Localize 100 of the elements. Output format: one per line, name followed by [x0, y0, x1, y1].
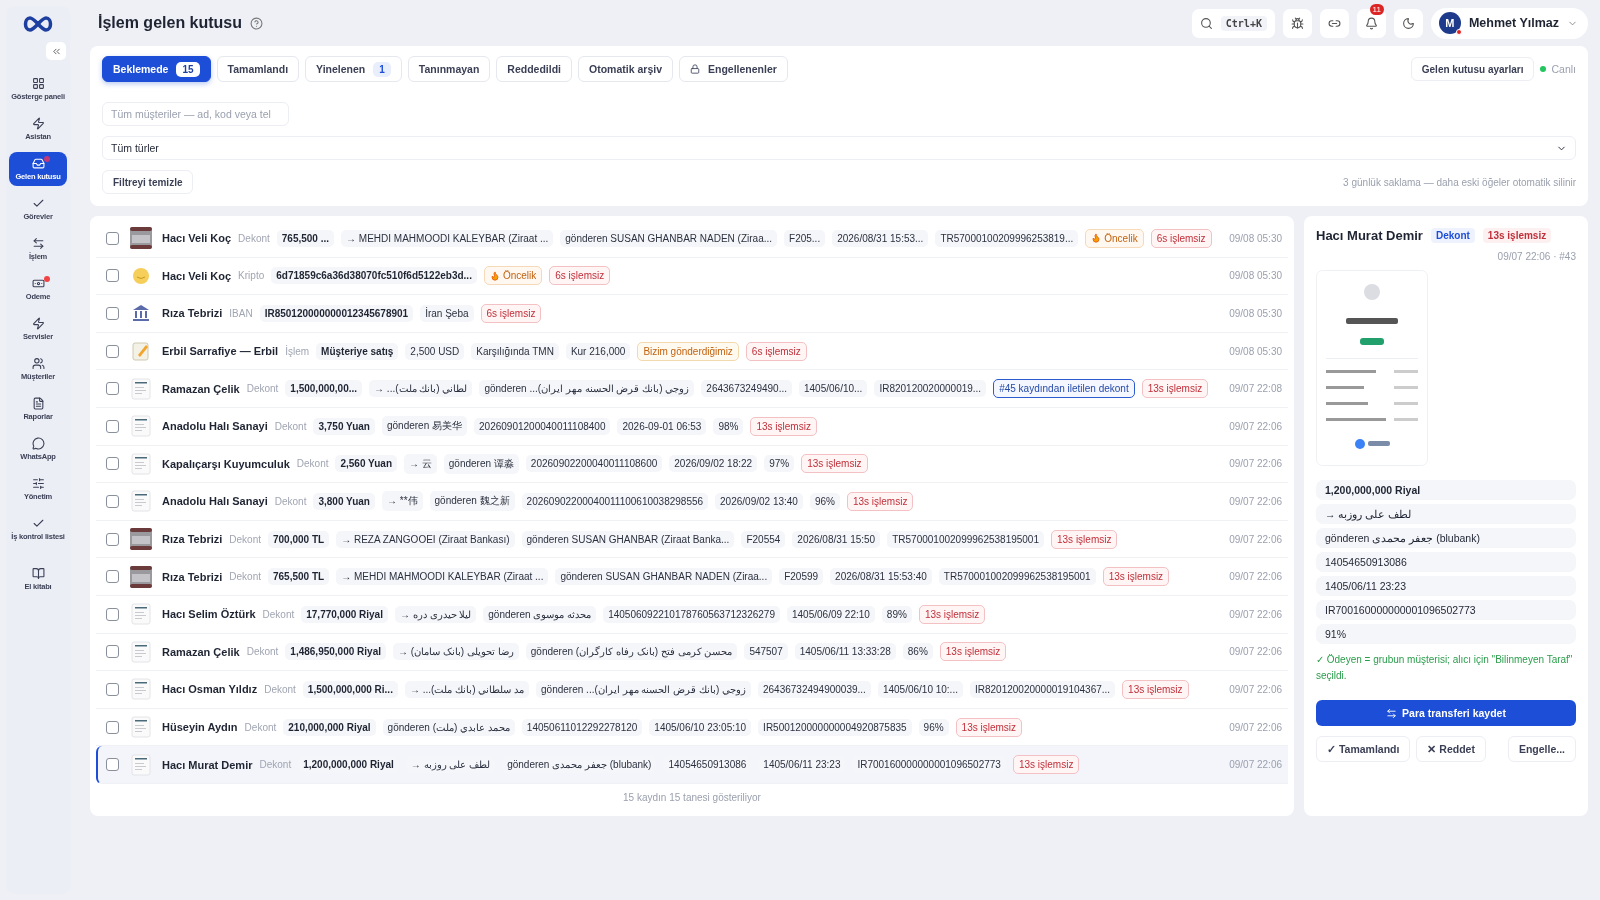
settings-button[interactable]: Gelen kutusu ayarları — [1410, 57, 1535, 81]
search-button[interactable]: Ctrl+K — [1191, 8, 1275, 38]
reject-button[interactable]: ✕ Reddet — [1416, 736, 1486, 762]
list-row[interactable]: Rıza Tebrizi Dekont 765,500 TL → MEHDI MAHMOODI KALEYBAR (Ziraat ... gönderen SUSAN GHANBAR NADEN (Ziraa... F20599 2026/08/31 15:53:40 TR570001002099962538195001 13s işlemsiz 09/07 22:06 — [96, 558, 1288, 596]
help-icon[interactable] — [250, 16, 264, 30]
sliders-icon — [31, 477, 45, 490]
detail-chip: 2026/08/31 15:53... — [832, 229, 929, 247]
detail-chip: 140506092210178760563712326279 — [603, 605, 780, 623]
complete-button[interactable]: ✓ Tamamlandı — [1316, 736, 1411, 762]
timestamp: 09/07 22:06 — [1228, 608, 1282, 620]
tab[interactable]: Yinelenen 1 — [305, 56, 402, 82]
detail-chip: 1405/06/10 23:05:10 — [649, 718, 752, 736]
tab[interactable]: Engellenenler — [679, 56, 788, 82]
block-button[interactable]: Engelle... — [1507, 736, 1576, 762]
checkbox[interactable] — [106, 682, 119, 696]
tab[interactable]: Tamamlandı — [216, 56, 300, 82]
detail-field: 91% — [1316, 624, 1576, 644]
collapse-button[interactable] — [46, 42, 66, 60]
checkbox[interactable] — [106, 344, 119, 358]
detail-chip: 6d71859c6a36d38070fc510f6d5122eb3d... — [271, 267, 477, 285]
checkbox[interactable] — [106, 382, 119, 396]
detail-chip: TR570001002099962538195001 — [887, 530, 1044, 548]
detail-chip: F20554 — [741, 530, 786, 548]
customer-name: Kapalıçarşı Kuyumculuk — [162, 457, 290, 470]
age-tag: 13s işlemsiz — [846, 491, 914, 511]
checkbox[interactable] — [106, 570, 119, 584]
tab[interactable]: Reddedildi — [496, 56, 573, 82]
list-row[interactable]: Hacı Veli Koç Dekont 765,500 ... → MEHDI MAHMOODI KALEYBAR (Ziraat ... gönderen SUSAN GHANBAR NADEN (Ziraa... F205... 2026/08/31 15:53... TR57000100209996253819... Öncelik 6s işlemsiz 09/08 05:30 — [96, 220, 1288, 258]
detail-chip: 2,500 USD — [405, 342, 465, 360]
age-tag: 13s işlemsiz — [1122, 679, 1189, 699]
detail-chip: gönderen SUSAN GHANBAR (Ziraat Banka... — [521, 530, 735, 548]
checkbox[interactable] — [106, 645, 119, 659]
checkbox[interactable] — [106, 758, 119, 772]
detail-chip: F205... — [784, 229, 826, 247]
flame-icon — [1091, 233, 1102, 244]
age-tag: 6s işlemsiz — [480, 304, 542, 323]
detail-chip: 26436732494900039... — [758, 680, 871, 698]
detail-chip: 2026/09/02 13:40 — [715, 492, 803, 510]
checkbox[interactable] — [106, 307, 119, 320]
receipt-thumbnail-icon — [130, 640, 152, 663]
theme-button[interactable] — [1393, 8, 1423, 38]
clear-filter-button[interactable]: Filtreyi temizle — [102, 170, 194, 194]
checkbox[interactable] — [106, 720, 119, 734]
list-row[interactable]: Rıza Tebrizi IBAN IR850120000000012345678901 İran Şeba 6s işlemsiz 09/08 05:30 — [96, 295, 1288, 333]
list-row[interactable]: Hacı Veli Koç Kripto 6d71859c6a36d38070fc510f6d5122eb3d... Öncelik 6s işlemsiz 09/08 05:30 — [96, 257, 1288, 296]
save-transfer-button[interactable]: Para transferi kaydet — [1316, 700, 1576, 726]
detail-chip: 2026-09-01 06:53 — [617, 417, 707, 435]
detail-field: IR700160000000001096502773 — [1316, 600, 1576, 620]
detail-chip: 96% — [918, 718, 949, 736]
detail-chip: 20260901200040011108400 — [474, 417, 611, 435]
record-type: Dekont — [296, 458, 329, 470]
checkbox[interactable] — [106, 269, 119, 283]
checkbox[interactable] — [106, 231, 119, 245]
detail-chip: → ليلا حيدری دره — [394, 605, 477, 623]
bug-button[interactable] — [1282, 8, 1312, 38]
priority-tag: Öncelik — [1085, 228, 1144, 248]
timestamp: 09/07 22:06 — [1228, 420, 1282, 432]
detail-chip: 17,770,000 Riyal — [301, 605, 388, 623]
checkbox[interactable] — [106, 532, 119, 546]
lightning-icon — [31, 317, 45, 330]
status-tag: #45 kaydından iletilen dekont — [993, 379, 1135, 399]
checkbox[interactable] — [106, 457, 119, 471]
customer-name: Rıza Tebrizi — [162, 570, 223, 583]
checkbox[interactable] — [106, 494, 119, 508]
checkbox[interactable] — [106, 607, 119, 621]
age-tag: 6s işlemsiz — [745, 341, 807, 361]
detail-chip: 210,000,000 Riyal — [283, 718, 376, 736]
age-tag: 6s işlemsiz — [1150, 228, 1212, 248]
list-row[interactable]: Erbil Sarrafiye — Erbil İşlem Müşteriye satış 2,500 USD Karşılığında TMN Kur 216,000 Bizim gönderdiğimiz 6s işlemsiz 09/08 05:30 — [96, 332, 1288, 371]
detail-field: gönderen جعفر محمدی (blubank) — [1316, 528, 1576, 548]
user-menu[interactable]: M Mehmet Yılmaz — [1430, 7, 1588, 39]
tab[interactable]: Tanınmayan — [407, 56, 491, 82]
record-type: Dekont — [259, 759, 292, 771]
detail-chip: → رضا تحویلی (بانک سامان) — [393, 643, 519, 661]
photo-thumbnail-icon — [130, 565, 152, 588]
search-field[interactable]: Tüm müşteriler — ad, kod veya tel — [102, 102, 289, 126]
link-button[interactable] — [1319, 8, 1349, 38]
type-select[interactable]: Tüm türler — [102, 136, 1576, 160]
record-type: Dekont — [274, 495, 307, 507]
detail-chip: → MEHDI MAHMOODI KALEYBAR (Ziraat ... — [341, 229, 554, 247]
detail-chip: 20260902200040011108600 — [525, 455, 663, 473]
checkbox[interactable] — [106, 419, 119, 433]
grid-icon — [31, 77, 45, 90]
match-note: ✓ Ödeyen = grubun müşterisi; alıcı için "Bilinmeyen Taraf" seçildi. — [1316, 653, 1574, 683]
detail-chip: 3,800 Yuan — [313, 492, 375, 510]
list-row[interactable]: Anadolu Halı Sanayi Dekont 3,750 Yuan gönderen 易美华 20260901200040011108400 2026-09-01 06:53 98% 13s işlemsiz 09/07 22:06 — [96, 407, 1288, 446]
notification-count: 11 — [1369, 3, 1384, 15]
banknote-icon — [31, 277, 45, 290]
list-row[interactable]: Rıza Tebrizi Dekont 700,000 TL → REZA ZANGOOEI (Ziraat Bankası) gönderen SUSAN GHANBAR (Ziraat Banka... F20554 2026/08/31 15:50 TR570001002099962538195001 13s işlemsiz 09/07 22:06 — [96, 520, 1288, 559]
list-row[interactable]: Anadolu Halı Sanayi Dekont 3,800 Yuan → **伟 gönderen 魏之新 20260902200040011100610038298556 2026/09/02 13:40 96% 13s işlemsiz 09/07 22:06 — [96, 483, 1288, 521]
detail-chip: TR570001002099962538195001 — [938, 568, 1096, 586]
tab[interactable]: Otomatik arşiv — [578, 56, 673, 82]
customer-name: Hacı Veli Koç — [162, 232, 232, 245]
detail-chip: Müşteriye satış — [316, 342, 399, 360]
list-row[interactable]: Kapalıçarşı Kuyumculuk Dekont 2,560 Yuan → 云 gönderen 谭淼 20260902200040011108600 2026/09/02 18:22 97% 13s işlemsiz 09/07 22:06 — [96, 445, 1288, 484]
detail-chip: Karşılığında TMN — [471, 342, 559, 360]
detail-chip: 1,500,000,000 Ri... — [302, 680, 398, 698]
tab[interactable]: Beklemede 15 — [102, 56, 211, 82]
detail-chip: gönderen SUSAN GHANBAR NADEN (Ziraa... — [560, 229, 778, 247]
inbox-icon — [31, 157, 45, 170]
